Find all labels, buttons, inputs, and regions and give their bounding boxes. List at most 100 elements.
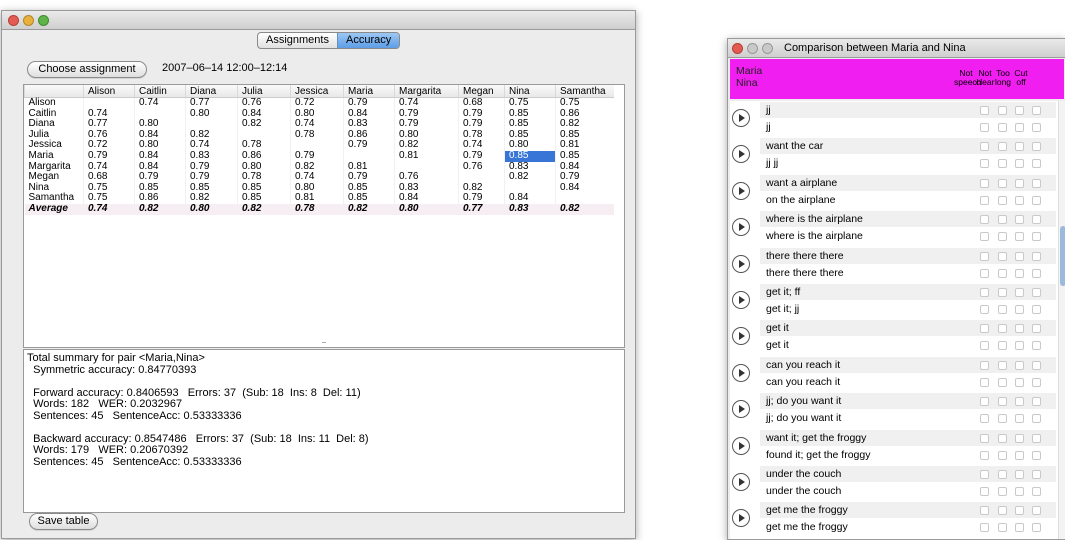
flag-checkbox[interactable] [1032,232,1041,242]
column-header[interactable]: Maria [343,85,395,98]
zoom-button[interactable] [762,43,773,54]
comparison-row[interactable]: want it; get the froggy found it; get the… [730,428,1064,464]
flag-checkbox[interactable] [1015,523,1024,533]
table-cell[interactable]: 0.79 [290,150,344,162]
flag-checkbox[interactable] [980,341,989,351]
column-header[interactable]: Margarita [394,85,459,98]
table-cell[interactable]: 0.86 [237,150,291,162]
flag-checkbox[interactable] [1032,305,1041,314]
flag-checkbox[interactable] [998,414,1007,424]
flag-checkbox[interactable] [998,433,1007,443]
flag-checkbox[interactable] [1032,360,1041,370]
table-cell[interactable]: 0.85 [504,150,556,162]
flag-checkbox[interactable] [1015,450,1024,460]
flag-checkbox[interactable] [980,324,989,334]
flag-checkbox[interactable] [1015,377,1024,387]
flag-checkbox[interactable] [1032,341,1041,351]
flag-checkbox[interactable] [1015,324,1024,334]
table-cell[interactable]: 0.77 [185,97,238,109]
flag-checkbox[interactable] [998,305,1007,314]
tab-assignments[interactable]: Assignments [258,33,337,48]
column-header[interactable]: Julia [237,85,291,98]
flag-checkbox[interactable] [1015,397,1024,407]
table-cell[interactable]: 0.74 [134,97,186,109]
comparison-row[interactable]: get me the froggy get me the froggy [730,501,1064,537]
table-cell[interactable] [83,97,135,109]
flag-checkbox[interactable] [980,251,989,261]
flag-checkbox[interactable] [998,341,1007,351]
flag-checkbox[interactable] [998,232,1007,242]
flag-checkbox[interactable] [1015,123,1024,132]
flag-checkbox[interactable] [980,523,989,533]
comparison-row[interactable]: where is the airplane where is the airpla… [730,210,1064,246]
flag-checkbox[interactable] [980,450,989,460]
table-cell[interactable]: 0.85 [555,150,614,162]
flag-checkbox[interactable] [980,288,989,297]
flag-checkbox[interactable] [1015,288,1024,297]
play-icon[interactable] [732,109,750,127]
flag-checkbox[interactable] [998,288,1007,297]
flag-checkbox[interactable] [980,506,989,516]
flag-checkbox[interactable] [1032,377,1041,387]
flag-checkbox[interactable] [1015,215,1024,225]
flag-checkbox[interactable] [1015,414,1024,424]
table-cell[interactable] [343,150,395,162]
flag-checkbox[interactable] [980,106,989,115]
scrollbar-thumb[interactable] [1060,226,1065,286]
flag-checkbox[interactable] [1032,268,1041,278]
comparison-row[interactable]: want the car jj jj [730,137,1064,173]
comparison-row[interactable]: can you reach it can you reach it [730,355,1064,391]
close-button[interactable] [8,15,19,26]
comparison-row[interactable]: get it get it [730,319,1064,355]
flag-checkbox[interactable] [1015,268,1024,278]
table-cell[interactable]: 0.79 [458,150,505,162]
flag-checkbox[interactable] [1015,305,1024,314]
flag-checkbox[interactable] [998,377,1007,387]
flag-checkbox[interactable] [1015,360,1024,370]
flag-checkbox[interactable] [1015,470,1024,479]
table-cell[interactable]: 0.82 [504,172,556,183]
flag-checkbox[interactable] [1032,487,1041,496]
comparison-title-bar[interactable]: Comparison between Maria and Nina [728,39,1065,58]
comparison-row[interactable]: there there there there there there [730,246,1064,282]
play-icon[interactable] [732,436,750,455]
table-cell[interactable]: 0.83 [185,150,238,162]
flag-checkbox[interactable] [1032,470,1041,479]
flag-checkbox[interactable] [998,523,1007,533]
flag-checkbox[interactable] [1015,506,1024,516]
flag-checkbox[interactable] [1032,159,1041,169]
flag-checkbox[interactable] [1015,195,1024,205]
table-cell[interactable]: 0.79 [83,150,135,162]
minimize-button[interactable] [747,43,758,54]
flag-checkbox[interactable] [998,450,1007,460]
column-header[interactable]: Nina [504,85,556,98]
zoom-button[interactable] [38,15,49,26]
table-cell[interactable]: 0.78 [290,129,344,141]
comparison-row[interactable]: get it; ff get it; jj [730,283,1064,318]
table-cell[interactable]: 0.79 [343,140,395,151]
choose-assignment-button[interactable]: Choose assignment [27,61,147,78]
comparison-row[interactable]: jj; do you want it jj; do you want it [730,392,1064,428]
table-cell[interactable]: 0.80 [185,108,238,120]
flag-checkbox[interactable] [998,215,1007,225]
table-cell[interactable]: 0.79 [343,97,395,109]
flag-checkbox[interactable] [980,397,989,407]
table-cell[interactable]: 0.84 [555,182,614,194]
flag-checkbox[interactable] [1032,142,1041,152]
flag-checkbox[interactable] [998,159,1007,169]
flag-checkbox[interactable] [998,397,1007,407]
table-cell[interactable]: 0.76 [458,161,505,173]
flag-checkbox[interactable] [1032,506,1041,516]
flag-checkbox[interactable] [980,268,989,278]
flag-checkbox[interactable] [980,159,989,169]
flag-checkbox[interactable] [1032,106,1041,115]
flag-checkbox[interactable] [998,178,1007,188]
flag-checkbox[interactable] [980,123,989,132]
flag-checkbox[interactable] [1015,232,1024,242]
play-icon[interactable] [732,218,750,237]
table-cell[interactable]: 0.74 [394,97,459,109]
flag-checkbox[interactable] [980,195,989,205]
flag-checkbox[interactable] [1032,324,1041,334]
flag-checkbox[interactable] [1015,159,1024,169]
flag-checkbox[interactable] [1032,288,1041,297]
